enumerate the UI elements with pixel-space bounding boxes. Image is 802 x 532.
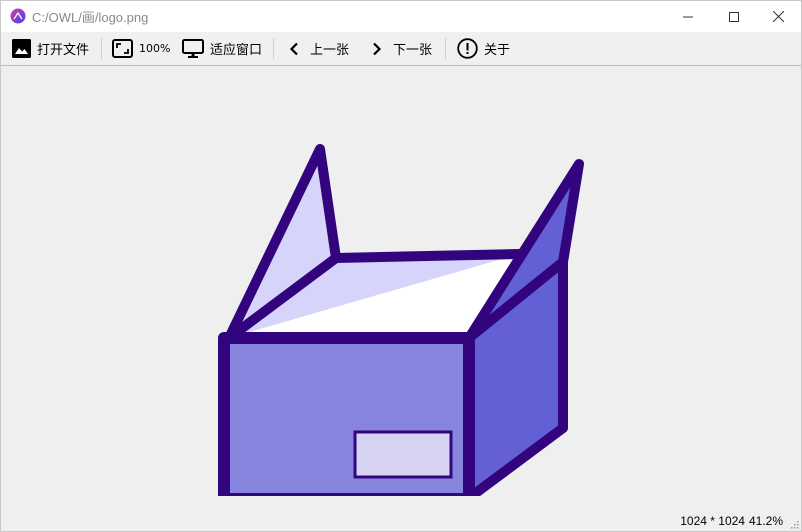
minimize-button[interactable]	[665, 1, 711, 32]
chevron-right-icon	[373, 42, 382, 55]
actual-size-label: 100%	[139, 42, 171, 55]
about-button[interactable]: 关于	[457, 32, 510, 65]
toolbar-divider	[101, 38, 102, 59]
previous-label: 上一张	[310, 43, 350, 58]
toolbar-divider	[273, 38, 274, 59]
close-button[interactable]	[755, 1, 801, 32]
title-bar[interactable]: C:/OWL/画/logo.png	[1, 1, 801, 32]
maximize-button[interactable]	[711, 1, 757, 32]
close-icon	[772, 11, 784, 22]
about-label: 关于	[484, 43, 511, 58]
previous-button[interactable]: 上一张	[288, 32, 349, 65]
app-logo-icon	[10, 8, 26, 24]
resize-grip-icon[interactable]	[789, 519, 799, 529]
chevron-left-icon	[289, 42, 298, 55]
actual-size-button[interactable]: 100%	[112, 32, 170, 65]
image-canvas[interactable]: 1024 * 1024 41.2%	[1, 66, 801, 531]
toolbar-divider	[445, 38, 446, 59]
status-bar: 1024 * 1024 41.2%	[680, 514, 783, 528]
next-button[interactable]: 下一张	[371, 32, 432, 65]
open-file-button[interactable]: 打开文件	[12, 32, 89, 65]
open-file-label: 打开文件	[37, 43, 90, 58]
next-label: 下一张	[393, 43, 433, 58]
image-icon	[12, 39, 31, 58]
open-box-logo-image[interactable]	[201, 106, 601, 496]
zoom-level: 41.2%	[748, 514, 783, 528]
toolbar: 打开文件 100% 适应窗口 上一张 下一张 关于	[1, 32, 801, 66]
window-title: C:/OWL/画/logo.png	[32, 10, 149, 25]
fit-window-button[interactable]: 适应窗口	[182, 32, 262, 65]
info-icon	[457, 38, 478, 59]
minimize-icon	[683, 16, 693, 17]
maximize-icon	[729, 11, 739, 22]
image-dimensions: 1024 * 1024	[680, 514, 745, 528]
fit-window-label: 适应窗口	[210, 43, 263, 58]
image-viewer-window: C:/OWL/画/logo.png 打开文件 100% 适应窗口 上一张 下一张…	[0, 0, 802, 532]
actual-size-icon	[112, 39, 133, 58]
monitor-icon	[182, 38, 204, 58]
